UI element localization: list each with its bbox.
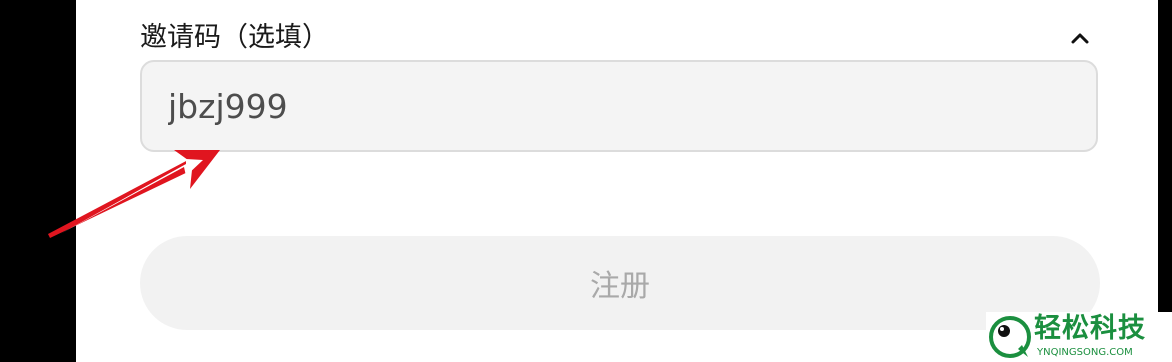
register-button[interactable]: 注册: [140, 236, 1100, 330]
invite-code-label: 邀请码（选填）: [140, 22, 329, 53]
right-black-border: [1158, 0, 1172, 362]
chevron-up-icon: [1071, 33, 1089, 44]
watermark-text: 轻松科技: [1034, 313, 1146, 344]
left-black-border: [0, 0, 76, 362]
watermark-logo-icon: [989, 316, 1031, 358]
watermark: 轻松科技 YNQINGSONG.COM: [986, 312, 1172, 362]
collapse-toggle-button[interactable]: [1064, 22, 1096, 54]
watermark-subtext: YNQINGSONG.COM: [1037, 347, 1133, 358]
invite-code-input[interactable]: [140, 60, 1098, 152]
